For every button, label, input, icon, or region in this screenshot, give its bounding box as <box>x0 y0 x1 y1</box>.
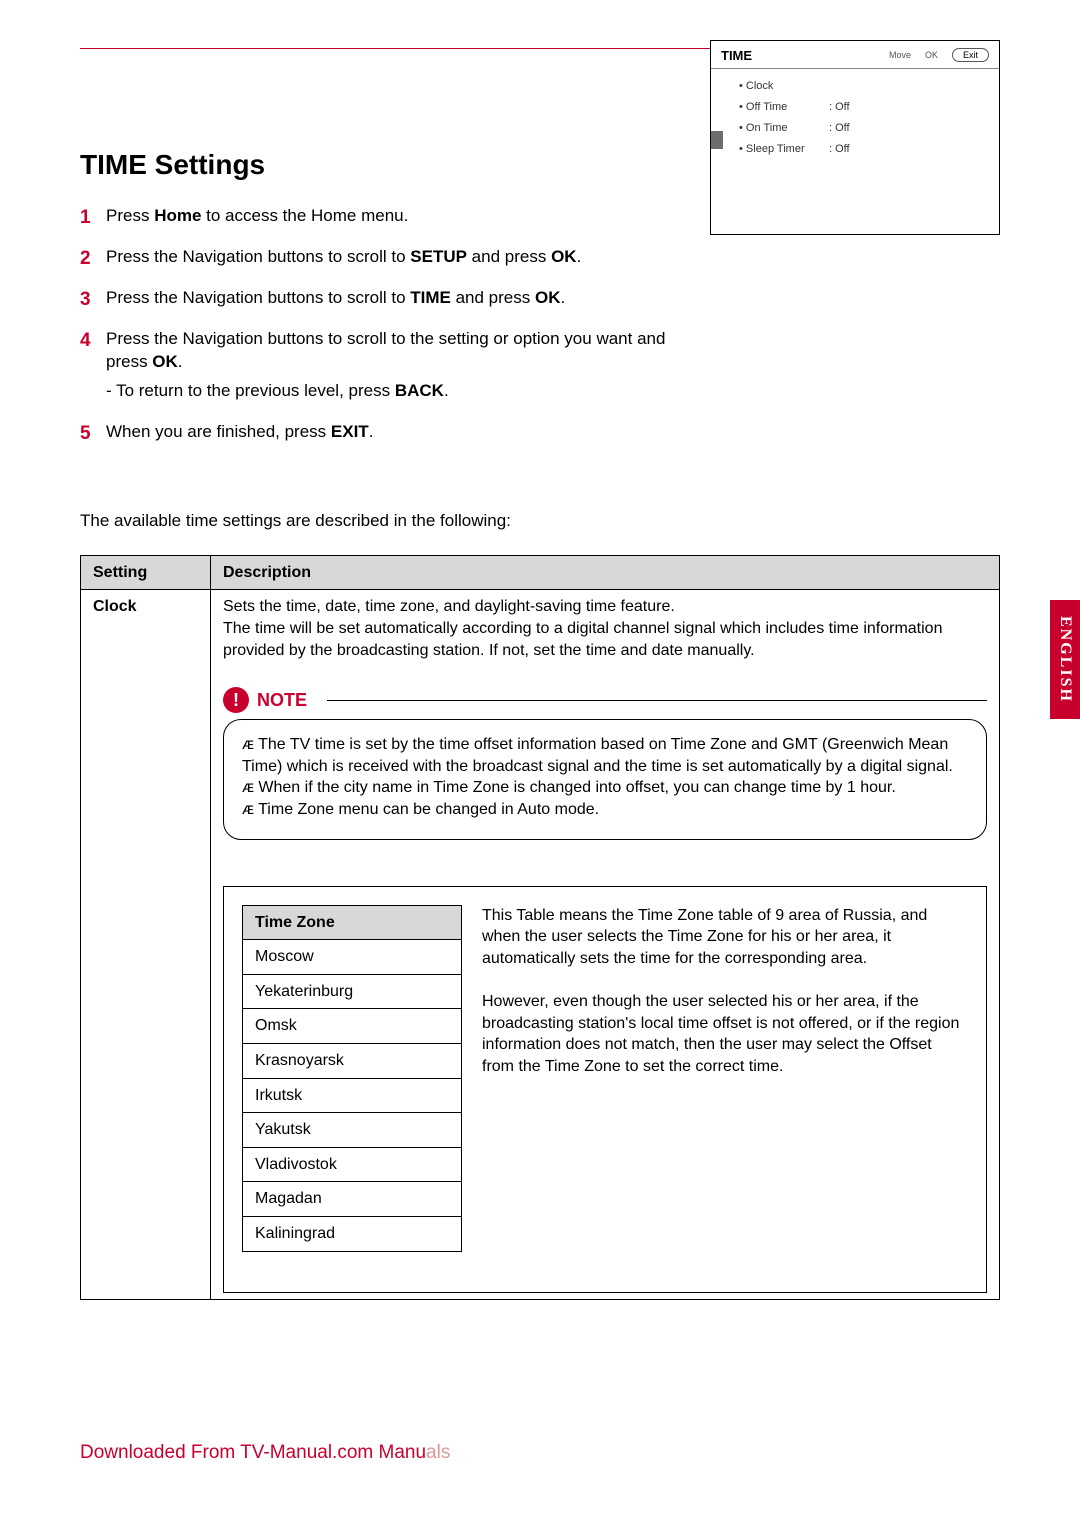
note-block: ! NOTE ᴁ The TV time is set by the time … <box>223 687 987 839</box>
tz-row: Moscow <box>243 940 462 975</box>
osd-row-ontime: On Time: Off <box>739 121 989 136</box>
osd-row-clock: Clock <box>739 79 989 94</box>
tz-row: Kaliningrad <box>243 1216 462 1251</box>
tz-row: Irkutsk <box>243 1078 462 1113</box>
col-description: Description <box>211 555 1000 590</box>
col-setting: Setting <box>81 555 211 590</box>
step-2: Press the Navigation buttons to scroll t… <box>80 246 680 269</box>
osd-menu-list: Clock Off Time: Off On Time: Off Sleep T… <box>723 69 999 234</box>
note-label: NOTE <box>257 688 307 712</box>
osd-ok-label: OK <box>925 49 938 61</box>
step-1: Press Home to access the Home menu. <box>80 205 680 228</box>
settings-table: Setting Description Clock Sets the time,… <box>80 555 1000 1300</box>
timezone-header: Time Zone <box>243 905 462 940</box>
step-4: Press the Navigation buttons to scroll t… <box>80 328 680 403</box>
page: CUSTOMIZING SETTINGS 103 TIME Settings P… <box>0 0 1080 1300</box>
osd-row-sleeptimer: Sleep Timer: Off <box>739 142 989 157</box>
tz-row: Vladivostok <box>243 1147 462 1182</box>
steps-list: Press Home to access the Home menu. Pres… <box>80 205 680 444</box>
note-item-3: ᴁ Time Zone menu can be changed in Auto … <box>242 799 968 821</box>
page-title: TIME Settings <box>80 146 680 184</box>
tz-row: Krasnoyarsk <box>243 1044 462 1079</box>
osd-title: TIME <box>721 47 881 65</box>
intro-text: The available time settings are describe… <box>80 510 1000 533</box>
osd-exit-button: Exit <box>952 48 989 62</box>
step-5: When you are finished, press EXIT. <box>80 421 680 444</box>
osd-move-label: Move <box>889 49 911 61</box>
tz-row: Yakutsk <box>243 1113 462 1148</box>
note-icon: ! <box>223 687 249 713</box>
timezone-table: Time Zone Moscow Yekaterinburg Omsk Kras… <box>242 905 462 1252</box>
tz-row: Magadan <box>243 1182 462 1217</box>
row-clock-desc: Sets the time, date, time zone, and dayl… <box>211 590 1000 1299</box>
footer-link: Downloaded From TV-Manual.com Manuals <box>80 1440 450 1466</box>
osd-row-offtime: Off Time: Off <box>739 100 989 115</box>
timezone-description: This Table means the Time Zone table of … <box>482 887 968 1252</box>
step-3: Press the Navigation buttons to scroll t… <box>80 287 680 310</box>
timezone-block: Time Zone Moscow Yekaterinburg Omsk Kras… <box>223 886 987 1293</box>
tz-row: Omsk <box>243 1009 462 1044</box>
osd-preview: TIME Move OK Exit Clock Off Time: Off On… <box>710 40 1000 236</box>
note-item-1: ᴁ The TV time is set by the time offset … <box>242 734 968 777</box>
tz-row: Yekaterinburg <box>243 974 462 1009</box>
note-item-2: ᴁ When if the city name in Time Zone is … <box>242 777 968 799</box>
row-clock-label: Clock <box>81 590 211 1299</box>
osd-highlight-marker <box>711 131 723 149</box>
